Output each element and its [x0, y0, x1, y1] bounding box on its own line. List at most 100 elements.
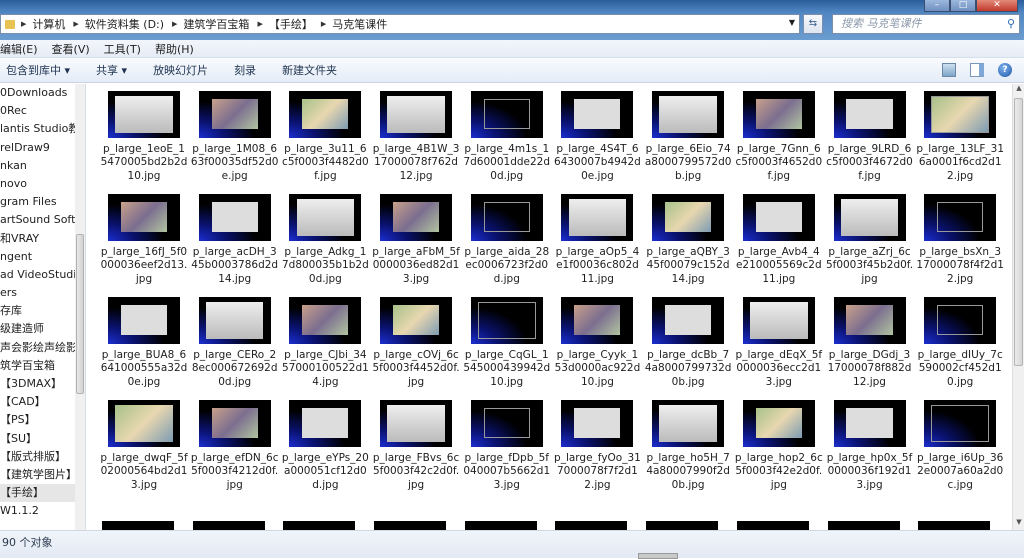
- image-thumbnail[interactable]: [108, 297, 180, 344]
- file-item[interactable]: p_large_CERo_28ec000672692d0d.jpg: [190, 297, 280, 389]
- file-item[interactable]: p_large_7Gnn_6c5f0003f4652d0f.jpg: [734, 91, 824, 183]
- image-thumbnail[interactable]: [652, 91, 725, 138]
- sidebar-item[interactable]: novo: [0, 175, 75, 193]
- menu-item[interactable]: 查看(V): [52, 41, 90, 57]
- sidebar-item[interactable]: gram Files: [0, 193, 75, 211]
- file-item[interactable]: p_large_CqGL_1545000439942d10.jpg: [462, 297, 552, 389]
- file-item[interactable]: p_large_Avb4_4e210005569c2d11.jpg: [734, 194, 824, 286]
- image-thumbnail[interactable]: [289, 91, 362, 138]
- file-item[interactable]: p_large_fDpb_5f040007b5662d13.jpg: [462, 400, 552, 492]
- image-thumbnail-partial[interactable]: [736, 521, 809, 530]
- sidebar-item[interactable]: 【PS】: [0, 411, 75, 429]
- file-item[interactable]: p_large_4m1s_17d60001dde22d0d.jpg: [462, 91, 552, 183]
- chevron-right-icon[interactable]: ▶: [21, 20, 26, 28]
- image-thumbnail[interactable]: [833, 91, 906, 138]
- image-thumbnail[interactable]: [198, 400, 271, 447]
- image-thumbnail[interactable]: [561, 91, 634, 138]
- file-item[interactable]: p_large_dcBb_74a8000799732d0b.jpg: [643, 297, 733, 389]
- image-thumbnail-partial[interactable]: [102, 521, 174, 530]
- sidebar-item[interactable]: 【手绘】: [0, 484, 75, 503]
- image-thumbnail[interactable]: [742, 194, 815, 241]
- file-item[interactable]: p_large_aZrj_6c5f0003f45b2d0f.jpg: [825, 194, 915, 286]
- sidebar-item[interactable]: 和VRAY: [0, 230, 75, 248]
- toolbar-button[interactable]: 新建文件夹: [282, 62, 337, 78]
- image-thumbnail-partial[interactable]: [464, 521, 537, 530]
- sidebar-item[interactable]: relDraw9: [0, 139, 75, 157]
- sidebar-item[interactable]: 【版式排版】: [0, 448, 75, 466]
- file-item[interactable]: p_large_eYPs_20a000051cf12d0d.jpg: [280, 400, 370, 492]
- image-thumbnail[interactable]: [108, 400, 180, 447]
- file-item[interactable]: p_large_BUA8_6641000555a32d0e.jpg: [99, 297, 189, 389]
- breadcrumb-item[interactable]: ▶ 建筑学百宝箱: [172, 16, 249, 32]
- breadcrumb-item[interactable]: ▶ 计算机: [21, 16, 65, 32]
- image-thumbnail[interactable]: [924, 194, 997, 241]
- menu-item[interactable]: 工具(T): [104, 41, 141, 57]
- image-thumbnail-partial[interactable]: [283, 521, 356, 530]
- image-thumbnail[interactable]: [561, 194, 634, 241]
- image-thumbnail-partial[interactable]: [555, 521, 628, 530]
- file-item[interactable]: p_large_acDH_345b0003786d2d14.jpg: [190, 194, 280, 286]
- image-thumbnail[interactable]: [652, 194, 725, 241]
- file-item[interactable]: p_large_cOVj_6c5f0003f4452d0f.jpg: [371, 297, 461, 389]
- file-item[interactable]: p_large_aFbM_5f0000036ed82d13.jpg: [371, 194, 461, 286]
- file-item[interactable]: p_large_1eoE_15470005bd2b2d10.jpg: [99, 91, 189, 183]
- file-item[interactable]: p_large_dEqX_5f0000036ecc2d13.jpg: [734, 297, 824, 389]
- image-thumbnail[interactable]: [108, 194, 180, 241]
- file-item[interactable]: p_large_Adkg_17d800035b1b2d0d.jpg: [280, 194, 370, 286]
- file-item[interactable]: p_large_4S4T_66430007b4942d0e.jpg: [552, 91, 642, 183]
- image-thumbnail-partial[interactable]: [827, 521, 900, 530]
- image-thumbnail[interactable]: [924, 297, 997, 344]
- sidebar-item[interactable]: 【3DMAX】: [0, 375, 75, 393]
- sidebar-item[interactable]: 0Downloads: [0, 84, 75, 102]
- image-thumbnail[interactable]: [380, 297, 453, 344]
- change-view-icon[interactable]: [942, 63, 956, 77]
- image-thumbnail[interactable]: [924, 91, 997, 138]
- image-thumbnail[interactable]: [470, 91, 543, 138]
- file-item[interactable]: p_large_13LF_316a0001f6cd2d12.jpg: [915, 91, 1005, 183]
- file-item[interactable]: p_large_FBvs_6c5f0003f42c2d0f.jpg: [371, 400, 461, 492]
- image-thumbnail[interactable]: [380, 194, 453, 241]
- image-thumbnail[interactable]: [833, 400, 906, 447]
- sidebar-item[interactable]: 声会影绘声绘影10: [0, 339, 75, 357]
- chevron-right-icon[interactable]: ▶: [172, 20, 177, 28]
- toolbar-button[interactable]: 包含到库中 ▾: [6, 62, 70, 78]
- breadcrumb-item[interactable]: ▶ 马克笔课件: [321, 16, 387, 32]
- sidebar-item[interactable]: 【CAD】: [0, 393, 75, 411]
- content-scrollbar[interactable]: ▲ ▼: [1012, 84, 1024, 530]
- toolbar-button[interactable]: 刻录: [234, 62, 256, 78]
- sidebar-item[interactable]: ad VideoStudio: [0, 266, 75, 284]
- close-button[interactable]: ✕: [976, 0, 1018, 12]
- image-thumbnail[interactable]: [833, 194, 906, 241]
- chevron-right-icon[interactable]: ▶: [257, 20, 262, 28]
- file-item[interactable]: p_large_efDN_6c5f0003f4212d0f.jpg: [190, 400, 280, 492]
- image-thumbnail[interactable]: [924, 400, 997, 447]
- image-thumbnail[interactable]: [652, 400, 725, 447]
- image-thumbnail[interactable]: [198, 91, 271, 138]
- refresh-button[interactable]: ⇆: [803, 14, 823, 34]
- menu-item[interactable]: 编辑(E): [0, 41, 38, 57]
- search-input[interactable]: 搜索 马克笔课件 ⚲: [832, 14, 1020, 34]
- content-scroll-thumb[interactable]: [1014, 98, 1023, 366]
- file-item[interactable]: p_large_CJbi_3457000100522d14.jpg: [280, 297, 370, 389]
- image-thumbnail[interactable]: [198, 194, 271, 241]
- breadcrumb-item[interactable]: ▶ 【手绘】: [257, 16, 312, 32]
- toolbar-button[interactable]: 共享 ▾: [96, 62, 127, 78]
- sidebar-item[interactable]: lantis Studio教程: [0, 120, 75, 138]
- file-item[interactable]: p_large_aida_28ec0006723f2d0d.jpg: [462, 194, 552, 286]
- sidebar-item[interactable]: 筑学百宝箱: [0, 357, 75, 375]
- image-thumbnail[interactable]: [470, 297, 543, 344]
- image-thumbnail[interactable]: [380, 91, 453, 138]
- sidebar-item[interactable]: 【SU】: [0, 430, 75, 448]
- toolbar-button[interactable]: 放映幻灯片: [153, 62, 208, 78]
- file-item[interactable]: p_large_hp0x_5f0000036f192d13.jpg: [825, 400, 915, 492]
- file-item[interactable]: p_large_1M08_663f00035df52d0e.jpg: [190, 91, 280, 183]
- file-item[interactable]: p_large_bsXn_317000078f4f2d12.jpg: [915, 194, 1005, 286]
- file-item[interactable]: p_large_i6Up_362e0007a60a2d0c.jpg: [915, 400, 1005, 492]
- sidebar-item[interactable]: 【建筑学图片】: [0, 466, 75, 484]
- search-icon[interactable]: ⚲: [1007, 15, 1015, 33]
- image-thumbnail-partial[interactable]: [374, 521, 447, 530]
- file-item[interactable]: p_large_DGdj_317000078f882d12.jpg: [825, 297, 915, 389]
- image-thumbnail[interactable]: [289, 400, 362, 447]
- address-bar[interactable]: ▶ 计算机 ▶ 软件资料集 (D:) ▶ 建筑学百宝箱 ▶ 【手绘】 ▶ 马克笔课件 ▼: [0, 14, 800, 34]
- file-item[interactable]: p_large_16fJ_5f0000036eef2d13.jpg: [99, 194, 189, 286]
